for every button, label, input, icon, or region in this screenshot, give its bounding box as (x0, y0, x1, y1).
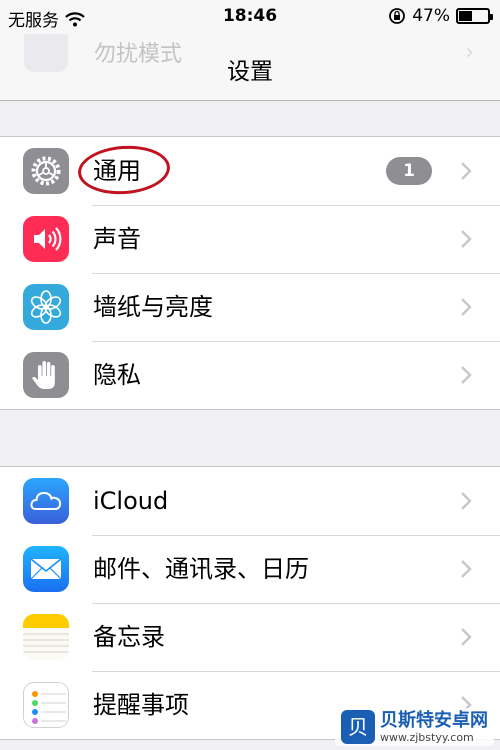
chevron-right-icon (461, 560, 472, 578)
row-label: 通用 (93, 157, 141, 185)
watermark-text: 贝斯特安卓网 www.zjbstyy.com (380, 709, 488, 744)
mail-icon (23, 546, 69, 592)
watermark-url: www.zjbstyy.com (380, 730, 474, 744)
chevron-right-icon (461, 366, 472, 384)
watermark-logo-icon: 贝 (341, 710, 375, 744)
site-watermark: 贝 贝斯特安卓网 www.zjbstyy.com (335, 708, 494, 746)
row-label: 备忘录 (93, 623, 165, 651)
settings-row-icloud[interactable]: iCloud (0, 467, 500, 535)
status-bar: 无服务 18:46 47% (0, 0, 500, 34)
update-badge: 1 (386, 157, 432, 185)
flower-icon (23, 284, 69, 330)
row-label: 墙纸与亮度 (93, 293, 213, 321)
battery-fill (459, 11, 473, 21)
settings-row-notes[interactable]: 备忘录 (0, 603, 500, 671)
cloud-icon (23, 478, 69, 524)
nav-bar: 勿扰模式 › 设置 (0, 34, 500, 101)
chevron-right-icon (461, 628, 472, 646)
reminders-icon (23, 682, 69, 728)
settings-row-general[interactable]: 通用 1 (0, 137, 500, 205)
settings-row-wallpaper-brightness[interactable]: 墙纸与亮度 (0, 273, 500, 341)
speaker-icon (23, 216, 69, 262)
settings-row-mail-contacts-calendar[interactable]: 邮件、通讯录、日历 (0, 535, 500, 603)
settings-row-privacy[interactable]: 隐私 (0, 341, 500, 409)
battery-percent: 47% (412, 6, 450, 26)
row-label: iCloud (93, 487, 169, 515)
row-label: 邮件、通讯录、日历 (93, 555, 309, 583)
notes-icon (23, 614, 69, 660)
battery-nub (490, 14, 493, 20)
battery-icon (456, 8, 493, 24)
chevron-right-icon (461, 230, 472, 248)
watermark-name: 贝斯特安卓网 (380, 709, 488, 731)
rotation-lock-icon (389, 8, 406, 24)
settings-row-sounds[interactable]: 声音 (0, 205, 500, 273)
hand-icon (23, 352, 69, 398)
settings-group-2: iCloud 邮件、通讯录、日历 备忘录 提醒事项 (0, 466, 500, 740)
chevron-right-icon (461, 162, 472, 180)
settings-group-1: 通用 1 声音 墙纸与亮度 隐私 (0, 136, 500, 410)
gear-icon (23, 148, 69, 194)
chevron-right-icon (461, 298, 472, 316)
page-title: 设置 (227, 59, 273, 85)
status-right: 47% (382, 6, 493, 26)
row-label: 声音 (93, 225, 141, 253)
chevron-right-icon (461, 492, 472, 510)
row-label: 提醒事项 (93, 691, 189, 719)
row-label: 隐私 (93, 361, 141, 389)
